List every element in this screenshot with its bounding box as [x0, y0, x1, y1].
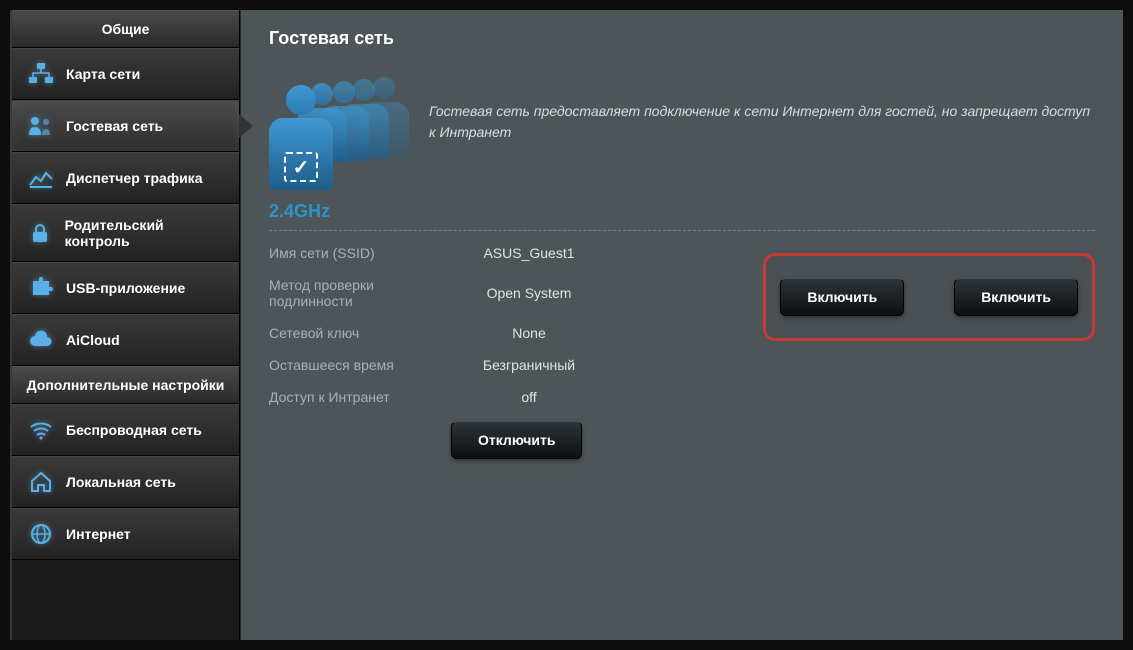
banner: ✓ Гостевая сеть предоставляет подключени…	[269, 67, 1095, 177]
guest-network-icon	[26, 113, 56, 139]
banner-description: Гостевая сеть предоставляет подключение …	[419, 101, 1095, 143]
wifi-icon	[26, 417, 56, 443]
sidebar-section-general: Общие	[12, 10, 239, 48]
network-map-icon	[26, 61, 56, 87]
sidebar-item-parental-control[interactable]: Родительский контроль	[12, 204, 239, 262]
sidebar-item-lan[interactable]: Локальная сеть	[12, 456, 239, 508]
ssid-label: Имя сети (SSID)	[269, 245, 459, 261]
sidebar-item-internet[interactable]: Интернет	[12, 508, 239, 560]
auth-value: Open System	[459, 285, 599, 301]
auth-label: Метод проверки подлинности	[269, 277, 459, 309]
globe-icon	[26, 521, 56, 547]
intranet-label: Доступ к Интранет	[269, 389, 459, 405]
sidebar-section-advanced: Дополнительные настройки	[12, 366, 239, 404]
sidebar-item-aicloud[interactable]: AiCloud	[12, 314, 239, 366]
sidebar-item-label: Беспроводная сеть	[66, 422, 202, 438]
sidebar-item-label: Родительский контроль	[65, 217, 225, 249]
disable-button[interactable]: Отключить	[451, 421, 582, 459]
sidebar-item-label: Диспетчер трафика	[66, 170, 202, 186]
sidebar-item-label: Гостевая сеть	[66, 118, 163, 134]
enable-buttons-callout: Включить Включить	[763, 253, 1095, 341]
ssid-value: ASUS_Guest1	[459, 245, 599, 261]
sidebar-item-traffic-manager[interactable]: Диспетчер трафика	[12, 152, 239, 204]
key-label: Сетевой ключ	[269, 325, 459, 341]
sidebar-item-usb-app[interactable]: USB-приложение	[12, 262, 239, 314]
intranet-value: off	[459, 389, 599, 405]
sidebar: Общие Карта сети Гостевая сеть Диспетчер…	[10, 10, 240, 640]
sidebar-item-wireless[interactable]: Беспроводная сеть	[12, 404, 239, 456]
home-icon	[26, 469, 56, 495]
band-label: 2.4GHz	[269, 201, 1095, 230]
cloud-icon	[26, 327, 56, 353]
sidebar-item-label: Локальная сеть	[66, 474, 176, 490]
network-fields: Имя сети (SSID) ASUS_Guest1 Метод провер…	[269, 245, 763, 459]
check-icon: ✓	[284, 152, 318, 182]
key-value: None	[459, 325, 599, 341]
enable-button-2[interactable]: Включить	[954, 278, 1078, 316]
sidebar-item-label: AiCloud	[66, 332, 120, 348]
sidebar-item-label: Карта сети	[66, 66, 140, 82]
divider	[269, 230, 1095, 231]
lock-icon	[26, 220, 55, 246]
enable-button-1[interactable]: Включить	[780, 278, 904, 316]
main-content: Гостевая сеть ✓ Гостевая сеть предоставл…	[240, 10, 1123, 640]
puzzle-icon	[26, 275, 56, 301]
time-value: Безграничный	[459, 357, 599, 373]
sidebar-item-label: Интернет	[66, 526, 131, 542]
traffic-icon	[26, 165, 56, 191]
page-title: Гостевая сеть	[269, 28, 1095, 49]
sidebar-item-network-map[interactable]: Карта сети	[12, 48, 239, 100]
sidebar-item-label: USB-приложение	[66, 280, 185, 296]
time-label: Оставшееся время	[269, 357, 459, 373]
guest-people-graphic: ✓	[269, 67, 419, 177]
sidebar-item-guest-network[interactable]: Гостевая сеть	[12, 100, 239, 152]
